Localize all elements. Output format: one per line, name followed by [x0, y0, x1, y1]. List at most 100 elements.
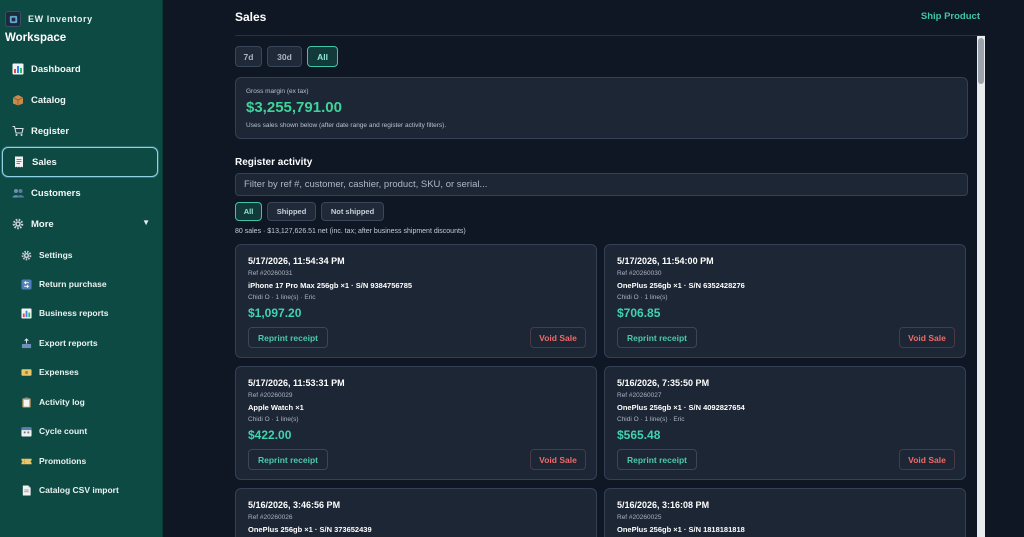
ship-product-link[interactable]: Ship Product	[921, 11, 980, 22]
money-icon	[21, 367, 32, 378]
sidebar-item-label: Register	[31, 125, 70, 137]
sale-card: 5/16/2026, 3:46:56 PM Ref #20260026 OneP…	[235, 488, 597, 537]
users-icon	[11, 187, 24, 200]
main-content: Sales Ship Product 7d 30d All Gross marg…	[163, 0, 1024, 537]
receipt-icon	[12, 156, 25, 169]
sidebar-item-label: Cycle count	[39, 426, 88, 436]
filter-input[interactable]	[235, 173, 968, 196]
sale-meta: Chidi O · 1 line(s) · Eric	[248, 294, 316, 301]
void-sale-button[interactable]: Void Sale	[530, 449, 586, 470]
sale-amount: $706.85	[617, 306, 661, 320]
gross-margin-label: Gross margin (ex tax)	[246, 88, 309, 95]
register-activity-title: Register activity	[235, 157, 313, 168]
range-all-button[interactable]: All	[307, 46, 338, 67]
sidebar-item-label: Return purchase	[39, 279, 107, 289]
sidebar-item-dashboard[interactable]: Dashboard	[2, 54, 158, 84]
app-name: EW Inventory	[28, 14, 93, 24]
sidebar-item-settings[interactable]: Settings	[18, 243, 158, 267]
sale-datetime: 5/16/2026, 7:35:50 PM	[617, 378, 710, 388]
sale-items: iPhone 17 Pro Max 256gb ×1 · S/N 9384756…	[248, 281, 413, 290]
reprint-receipt-button[interactable]: Reprint receipt	[617, 327, 697, 348]
sidebar-item-label: Expenses	[39, 367, 79, 377]
range-30d-button[interactable]: 30d	[267, 46, 302, 67]
sidebar-item-export-reports[interactable]: Export reports	[18, 331, 158, 355]
sidebar-item-business-reports[interactable]: Business reports	[18, 301, 158, 325]
sale-amount: $1,097.20	[248, 306, 302, 320]
gross-margin-note: Uses sales shown below (after date range…	[246, 122, 447, 129]
sale-meta: Chidi O · 1 line(s)	[617, 294, 668, 301]
sidebar-item-more[interactable]: More ▼	[2, 209, 158, 239]
sidebar-item-label: Dashboard	[31, 63, 81, 75]
chart-icon	[11, 63, 24, 76]
reprint-receipt-button[interactable]: Reprint receipt	[248, 327, 328, 348]
range-7d-button[interactable]: 7d	[235, 46, 262, 67]
void-sale-button[interactable]: Void Sale	[530, 327, 586, 348]
sale-ref: Ref #20260027	[617, 392, 662, 399]
void-sale-button[interactable]: Void Sale	[899, 449, 955, 470]
sale-card: 5/17/2026, 11:53:31 PM Ref #20260029 App…	[235, 366, 597, 480]
gear-icon	[11, 218, 24, 231]
ticket-icon	[21, 456, 32, 467]
outbox-icon	[21, 337, 32, 349]
sale-ref: Ref #20260029	[248, 392, 293, 399]
sale-meta: Chidi O · 1 line(s)	[248, 416, 299, 423]
sidebar-item-promotions[interactable]: Promotions	[18, 449, 158, 473]
gross-margin-card: Gross margin (ex tax) $3,255,791.00 Uses…	[235, 77, 968, 139]
sidebar-item-register[interactable]: Register	[2, 116, 158, 146]
bar-chart-icon	[21, 307, 32, 319]
filter-chip-not-shipped[interactable]: Not shipped	[321, 202, 384, 221]
cart-icon	[11, 125, 24, 138]
reprint-receipt-button[interactable]: Reprint receipt	[248, 449, 328, 470]
sidebar-item-customers[interactable]: Customers	[2, 178, 158, 208]
sale-card: 5/16/2026, 7:35:50 PM Ref #20260027 OneP…	[604, 366, 966, 480]
reprint-receipt-button[interactable]: Reprint receipt	[617, 449, 697, 470]
return-icon	[21, 278, 32, 290]
sale-items: Apple Watch ×1	[248, 403, 304, 412]
top-bar: Sales Ship Product	[235, 0, 985, 36]
page-title: Sales	[235, 10, 267, 24]
scrollbar-track[interactable]	[977, 36, 985, 537]
workspace-label: Workspace	[5, 32, 67, 44]
sale-card: 5/17/2026, 11:54:34 PM Ref #20260031 iPh…	[235, 244, 597, 358]
document-icon	[21, 484, 32, 496]
sidebar-item-label: Settings	[39, 250, 73, 260]
sidebar-item-label: Promotions	[39, 456, 87, 466]
sale-card: 5/16/2026, 3:16:08 PM Ref #20260025 OneP…	[604, 488, 966, 537]
sidebar-item-label: Customers	[31, 187, 81, 199]
sale-ref: Ref #20260025	[617, 514, 662, 521]
sale-items: OnePlus 256gb ×1 · S/N 373652439	[248, 525, 372, 534]
sidebar-item-sales[interactable]: Sales	[2, 147, 158, 177]
brand[interactable]: EW Inventory	[5, 11, 93, 27]
gross-margin-value: $3,255,791.00	[246, 99, 342, 116]
sidebar-item-cycle-count[interactable]: Cycle count	[18, 419, 158, 443]
filter-chip-all[interactable]: All	[235, 202, 262, 221]
sales-summary: 80 sales · $13,127,626.51 net (inc. tax;…	[235, 228, 466, 235]
sidebar-item-label: More	[31, 218, 54, 230]
sidebar-item-catalog[interactable]: Catalog	[2, 85, 158, 115]
scrollbar-thumb[interactable]	[978, 38, 984, 84]
sale-datetime: 5/17/2026, 11:54:00 PM	[617, 256, 714, 266]
sale-items: OnePlus 256gb ×1 · S/N 4092827654	[617, 403, 745, 412]
sale-ref: Ref #20260031	[248, 270, 293, 277]
box-icon	[11, 94, 24, 107]
filter-chip-shipped[interactable]: Shipped	[267, 202, 316, 221]
sidebar-item-label: Sales	[32, 156, 57, 168]
app-logo-icon	[5, 11, 21, 27]
gear-icon	[21, 250, 32, 261]
sidebar-item-return-purchase[interactable]: Return purchase	[18, 272, 158, 296]
sidebar-item-label: Business reports	[39, 308, 109, 318]
sale-datetime: 5/17/2026, 11:53:31 PM	[248, 378, 345, 388]
sale-datetime: 5/16/2026, 3:16:08 PM	[617, 500, 710, 510]
void-sale-button[interactable]: Void Sale	[899, 327, 955, 348]
sale-card: 5/17/2026, 11:54:00 PM Ref #20260030 One…	[604, 244, 966, 358]
sidebar-item-label: Catalog CSV import	[39, 485, 119, 495]
calendar-icon	[21, 426, 32, 437]
sale-items: OnePlus 256gb ×1 · S/N 1818181818	[617, 525, 745, 534]
sidebar-item-catalog-csv-import[interactable]: Catalog CSV import	[18, 478, 158, 502]
sidebar-item-activity-log[interactable]: Activity log	[18, 390, 158, 414]
sidebar-item-label: Export reports	[39, 338, 98, 348]
sidebar-item-expenses[interactable]: Expenses	[18, 360, 158, 384]
sale-amount: $422.00	[248, 428, 292, 442]
sale-meta: Chidi O · 1 line(s) · Eric	[617, 416, 685, 423]
chevron-down-icon: ▼	[142, 218, 150, 227]
